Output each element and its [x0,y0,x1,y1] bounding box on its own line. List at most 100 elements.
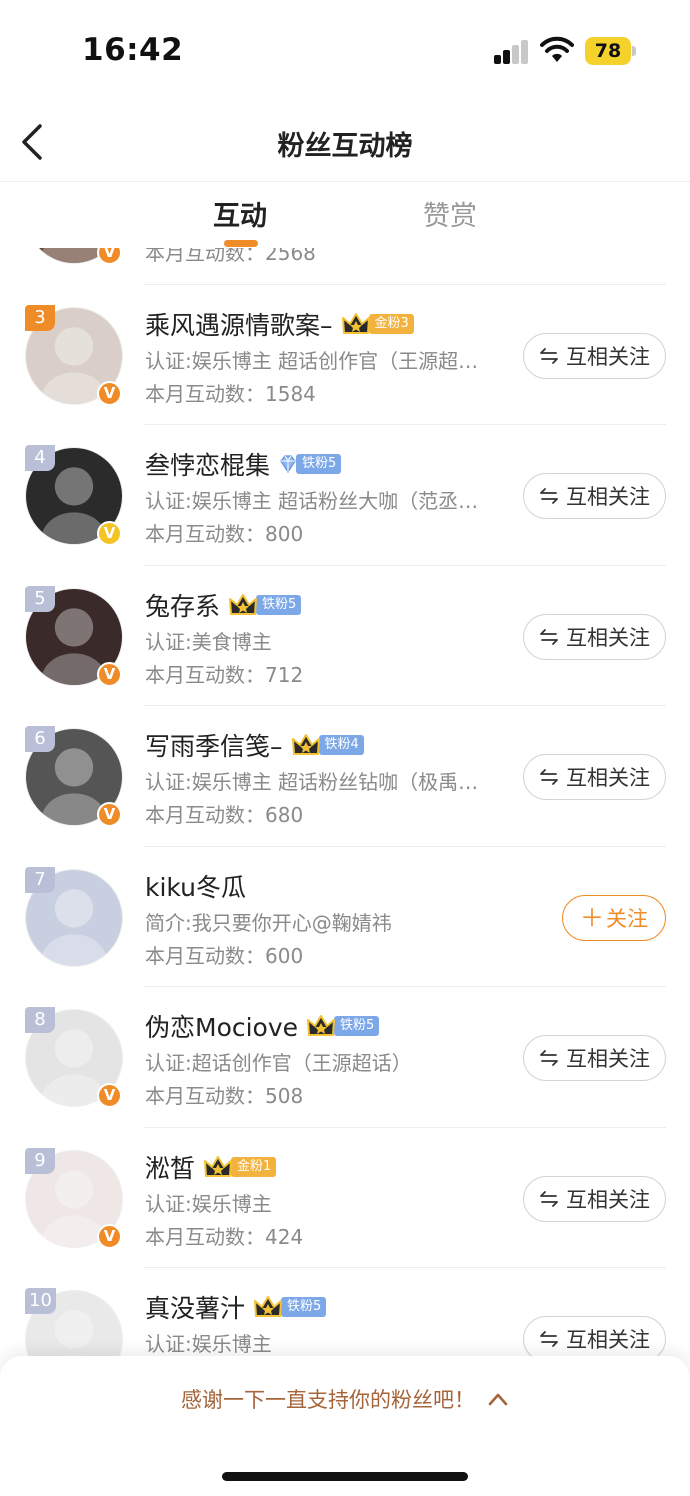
mutual-follow-button[interactable]: 互相关注 [523,473,666,519]
monthly-interaction-count: 本月互动数：2568 [145,248,316,265]
fan-level-badge: 铁粉4 [291,734,364,756]
swap-arrows-icon [540,628,558,645]
crown-icon [229,593,258,615]
follow-button[interactable]: ＋关注 [562,894,666,941]
user-name[interactable]: 淞皙 [145,1149,195,1185]
fan-level-badge: 金粉3 [341,312,414,335]
user-name[interactable]: 伪恋Mociove [145,1008,298,1044]
mutual-follow-label: 互相关注 [566,485,650,509]
status-time: 16:42 [82,32,184,68]
user-name[interactable]: kiku冬瓜 [145,868,246,904]
fan-level-badge: 铁粉5 [306,1015,380,1037]
thanks-prompt[interactable]: 感谢一下一直支持你的粉丝吧！ [0,1384,690,1414]
user-certification: 认证:娱乐博主 超话粉丝大咖（范丞… [145,489,479,513]
fan-list[interactable]: V 本月互动数：2568 3 V 乘风遇源情歌案– 金粉3 认证:娱乐博主 超话创作官（王源… [0,248,690,1356]
monthly-interaction-count: 本月互动数：680 [145,803,304,827]
bottom-panel: 感谢一下一直支持你的粉丝吧！ [0,1356,690,1496]
user-certification: 认证:娱乐博主 超话创作官（王源超… [145,348,479,373]
swap-arrows-icon [540,1050,558,1066]
user-certification: 认证:美食博主 [145,629,272,654]
tab-interaction[interactable]: 互动 [213,194,267,233]
fan-level-label: 金粉3 [368,313,414,334]
user-certification: 认证:娱乐博主 [145,1332,272,1356]
verified-v-icon: V [97,1223,122,1249]
fan-row[interactable]: 10 真没薯汁 铁粉5 认证:娱乐博主 互相关注 [0,1268,690,1356]
rank-badge: 8 [25,1007,55,1033]
monthly-interaction-count: 本月互动数：600 [145,943,304,968]
swap-arrows-icon [540,347,558,364]
fan-level-badge: 金粉1 [203,1155,277,1178]
active-tab-indicator [224,240,258,247]
rank-badge: 9 [25,1147,55,1174]
mutual-follow-label: 互相关注 [566,344,650,369]
name-line: 写雨季信笺– 铁粉4 [145,728,364,762]
nav-bar: 粉丝互动榜 [0,100,690,182]
name-line: 乘风遇源情歌案– 金粉3 [145,307,414,341]
name-line: 淞皙 金粉1 [145,1149,277,1185]
battery-tip [632,46,636,56]
name-line: 伪恋Mociove 铁粉5 [145,1008,380,1044]
mutual-follow-label: 互相关注 [566,1328,650,1352]
home-indicator [222,1472,468,1481]
fan-row[interactable]: 9 V 淞皙 金粉1 认证:娱乐博主 本月互动数：424 互相关注 [0,1128,690,1268]
mutual-follow-button[interactable]: 互相关注 [523,1035,666,1081]
mutual-follow-button[interactable]: 互相关注 [523,613,666,660]
mutual-follow-label: 互相关注 [566,1047,650,1071]
mutual-follow-button[interactable]: 互相关注 [523,332,666,379]
name-line: kiku冬瓜 [145,869,246,903]
fan-level-label: 铁粉5 [334,1016,380,1036]
user-certification: 认证:娱乐博主 [145,1191,272,1216]
rank-badge: 5 [25,585,55,612]
mutual-follow-button[interactable]: 互相关注 [523,1316,666,1356]
fan-row[interactable]: 3 V 乘风遇源情歌案– 金粉3 认证:娱乐博主 超话创作官（王源超… 本月互动数：158… [0,285,690,425]
wifi-icon [540,36,574,62]
verified-v-icon: V [97,1083,122,1108]
crown-icon [254,1296,283,1317]
user-name[interactable]: 叁悖恋棍集 [145,446,270,482]
crown-icon [291,734,320,755]
tab-reward[interactable]: 赞赏 [423,194,477,233]
mutual-follow-button[interactable]: 互相关注 [523,754,666,800]
battery-indicator: 78 [585,37,631,65]
rank-badge: 10 [25,1288,56,1314]
user-name[interactable]: 乘风遇源情歌案– [145,306,333,342]
fan-level-label: 铁粉4 [318,735,364,755]
mutual-follow-label: 互相关注 [566,766,650,790]
fan-row[interactable]: V 本月互动数：2568 [0,248,690,285]
monthly-interaction-count: 本月互动数：508 [145,1084,304,1108]
name-line: 真没薯汁 铁粉5 [145,1289,327,1325]
diamond-icon [280,455,296,474]
fan-row[interactable]: 5 V 兔存系 铁粉5 认证:美食博主 本月互动数：712 互相关注 [0,566,690,706]
user-name[interactable]: 写雨季信笺– [145,727,283,763]
mutual-follow-button[interactable]: 互相关注 [523,1175,666,1222]
verified-v-icon: V [97,521,122,546]
page-title: 粉丝互动榜 [277,131,413,162]
crown-icon [307,1015,336,1036]
status-bar: 16:42 78 [0,0,690,100]
monthly-interaction-count: 本月互动数：1584 [145,381,316,406]
fan-row[interactable]: 8 V 伪恋Mociove 铁粉5 认证:超话创作官（王源超话） 本月互动数：508 互相关… [0,987,690,1128]
fan-row[interactable]: 7 kiku冬瓜 简介:我只要你开心@鞠婧祎 本月互动数：600 ＋关注 [0,847,690,987]
chevron-up-icon [488,1393,508,1406]
crown-icon [204,1155,233,1177]
rank-badge: 3 [25,304,55,331]
fan-row[interactable]: 4 V 叁悖恋棍集 铁粉5 认证:娱乐博主 超话粉丝大咖（范丞… 本月互动数：800 互相关… [0,425,690,566]
fan-level-label: 铁粉5 [296,454,342,474]
fan-level-badge: 铁粉5 [253,1296,327,1318]
verified-v-icon: V [97,661,122,687]
user-name[interactable]: 兔存系 [145,587,220,623]
fan-row[interactable]: 6 V 写雨季信笺– 铁粉4 认证:娱乐博主 超话粉丝钻咖（极禹… 本月互动数：680 互相… [0,706,690,847]
mutual-follow-label: 互相关注 [566,1187,650,1212]
swap-arrows-icon [540,488,558,504]
verified-v-icon: V [97,380,122,406]
name-line: 叁悖恋棍集 铁粉5 [145,446,342,482]
user-certification: 认证:娱乐博主 超话粉丝钻咖（极禹… [145,770,479,794]
follow-label: 关注 [606,906,648,931]
thanks-text: 感谢一下一直支持你的粉丝吧！ [181,1388,475,1412]
user-name[interactable]: 真没薯汁 [145,1289,245,1325]
user-certification: 简介:我只要你开心@鞠婧祎 [145,910,392,935]
rank-badge: 4 [25,445,55,471]
fan-level-badge: 铁粉5 [278,453,342,475]
swap-arrows-icon [540,1190,558,1207]
fan-level-label: 铁粉5 [256,594,302,615]
